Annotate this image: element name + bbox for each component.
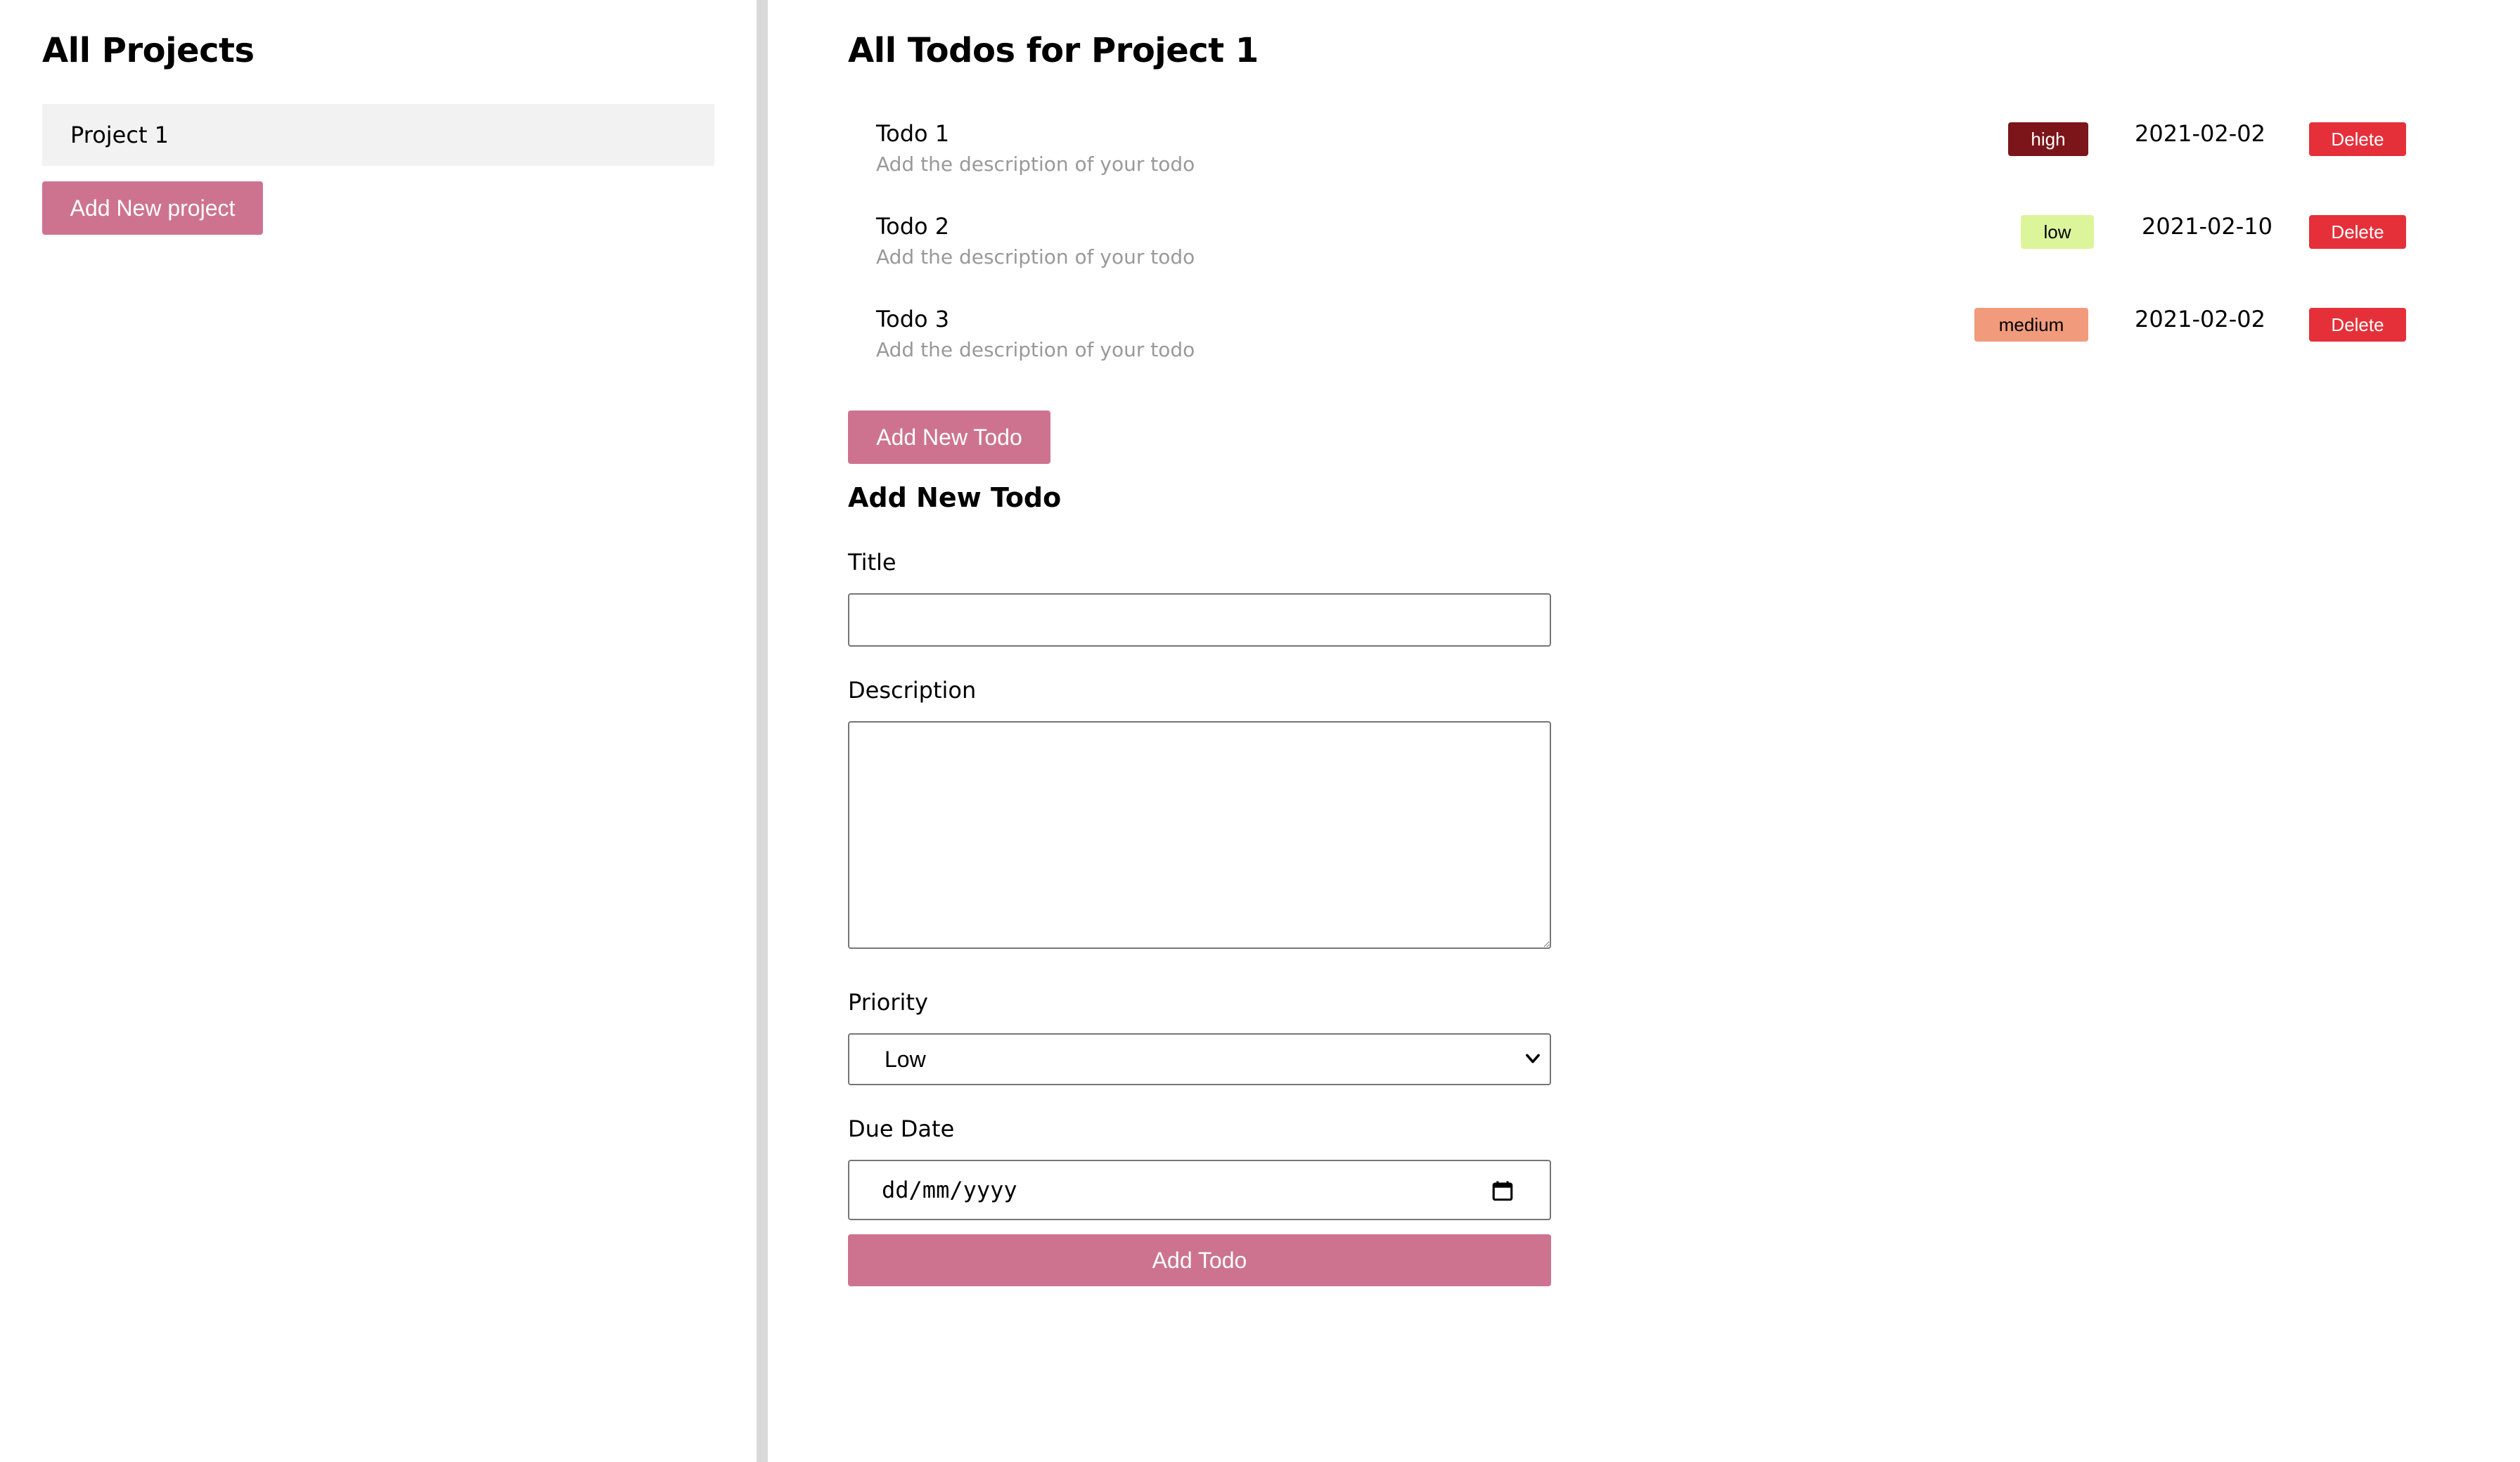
description-textarea[interactable] [848, 721, 1551, 949]
todo-title: Todo 2 [876, 213, 950, 240]
todo-title: Todo 3 [876, 306, 950, 332]
delete-todo-button[interactable]: Delete [2309, 308, 2406, 342]
todo-description: Add the description of your todo [876, 153, 1195, 176]
form-heading: Add New Todo [848, 482, 1062, 513]
title-input[interactable] [848, 593, 1551, 647]
title-label: Title [848, 549, 896, 576]
todo-item: Todo 3 Add the description of your todo … [848, 302, 2409, 387]
sidebar-divider [757, 0, 768, 1462]
todo-item: Todo 1 Add the description of your todo … [848, 117, 2409, 201]
todo-due-date: 2021-02-10 [2142, 213, 2272, 240]
due-date-placeholder: dd/mm/yyyy [882, 1177, 1017, 1203]
todo-app: All Projects Project 1 Add New project A… [0, 0, 2520, 1462]
page-title: All Todos for Project 1 [848, 31, 1259, 70]
project-item[interactable]: Project 1 [42, 104, 714, 166]
projects-sidebar: All Projects Project 1 Add New project [0, 0, 757, 1462]
add-new-project-button[interactable]: Add New project [42, 181, 263, 235]
delete-todo-button[interactable]: Delete [2309, 215, 2406, 249]
description-label: Description [848, 677, 977, 704]
todo-title: Todo 1 [876, 120, 950, 147]
priority-badge: medium [1974, 308, 2088, 342]
priority-badge: high [2008, 122, 2088, 156]
todo-due-date: 2021-02-02 [2135, 306, 2265, 332]
todo-description: Add the description of your todo [876, 338, 1195, 361]
todo-due-date: 2021-02-02 [2135, 120, 2265, 147]
calendar-icon[interactable] [1491, 1178, 1515, 1203]
chevron-down-icon [1526, 1054, 1540, 1063]
todo-description: Add the description of your todo [876, 245, 1195, 269]
due-date-input[interactable]: dd/mm/yyyy [848, 1160, 1551, 1220]
priority-selected-value: Low [885, 1047, 926, 1072]
priority-badge: low [2021, 215, 2094, 249]
add-todo-submit-button[interactable]: Add Todo [848, 1234, 1551, 1286]
delete-todo-button[interactable]: Delete [2309, 122, 2406, 156]
priority-label: Priority [848, 989, 928, 1016]
due-date-label: Due Date [848, 1115, 955, 1142]
todo-item: Todo 2 Add the description of your todo … [848, 209, 2409, 294]
sidebar-title: All Projects [42, 31, 255, 70]
add-new-todo-button[interactable]: Add New Todo [848, 410, 1050, 464]
priority-select[interactable]: Low [848, 1033, 1551, 1085]
